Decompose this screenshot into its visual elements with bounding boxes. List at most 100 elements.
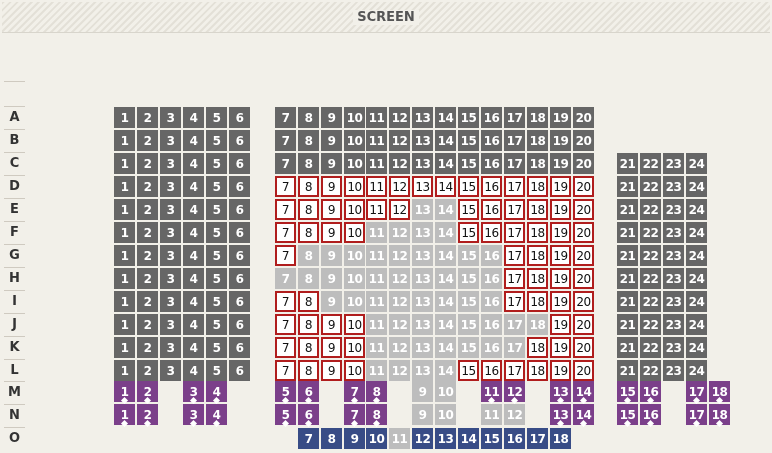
seat-i-24: 24 bbox=[686, 291, 707, 312]
seat-f-18[interactable]: 18 bbox=[527, 222, 548, 243]
seat-i-20[interactable]: 20 bbox=[573, 291, 594, 312]
seat-n-1: 1 bbox=[114, 404, 135, 425]
seat-k-18[interactable]: 18 bbox=[527, 337, 548, 358]
seat-k-11: 11 bbox=[366, 337, 387, 358]
seat-d-11[interactable]: 11 bbox=[366, 176, 387, 197]
seat-g-17[interactable]: 17 bbox=[504, 245, 525, 266]
seat-d-18[interactable]: 18 bbox=[527, 176, 548, 197]
seat-e-8[interactable]: 8 bbox=[298, 199, 319, 220]
seat-f-7[interactable]: 7 bbox=[275, 222, 296, 243]
seat-h-18[interactable]: 18 bbox=[527, 268, 548, 289]
seat-l-18[interactable]: 18 bbox=[527, 360, 548, 381]
seat-d-14[interactable]: 14 bbox=[435, 176, 456, 197]
seat-j-7[interactable]: 7 bbox=[275, 314, 296, 335]
seat-j-8[interactable]: 8 bbox=[298, 314, 319, 335]
seat-k-7[interactable]: 7 bbox=[275, 337, 296, 358]
seat-l-7[interactable]: 7 bbox=[275, 360, 296, 381]
seat-d-9[interactable]: 9 bbox=[321, 176, 342, 197]
seat-i-7[interactable]: 7 bbox=[275, 291, 296, 312]
seat-i-1: 1 bbox=[114, 291, 135, 312]
seat-e-17[interactable]: 17 bbox=[504, 199, 525, 220]
seat-k-19[interactable]: 19 bbox=[550, 337, 571, 358]
seat-i-8[interactable]: 8 bbox=[298, 291, 319, 312]
seat-d-16[interactable]: 16 bbox=[481, 176, 502, 197]
seat-e-16[interactable]: 16 bbox=[481, 199, 502, 220]
seat-h-5: 5 bbox=[206, 268, 227, 289]
seat-g-2: 2 bbox=[137, 245, 158, 266]
seat-e-10[interactable]: 10 bbox=[344, 199, 365, 220]
seat-f-8[interactable]: 8 bbox=[298, 222, 319, 243]
seat-g-19[interactable]: 19 bbox=[550, 245, 571, 266]
seat-j-10[interactable]: 10 bbox=[344, 314, 365, 335]
seat-n-16: 16 bbox=[640, 404, 661, 425]
row-label-o: O bbox=[4, 427, 25, 449]
seat-o-16: 16 bbox=[504, 428, 525, 449]
seat-e-19[interactable]: 19 bbox=[550, 199, 571, 220]
seat-m-2: 2 bbox=[137, 381, 158, 402]
seat-d-20[interactable]: 20 bbox=[573, 176, 594, 197]
seat-j-1: 1 bbox=[114, 314, 135, 335]
seat-h-17[interactable]: 17 bbox=[504, 268, 525, 289]
seat-l-20[interactable]: 20 bbox=[573, 360, 594, 381]
seat-c-23: 23 bbox=[663, 153, 684, 174]
seat-j-20[interactable]: 20 bbox=[573, 314, 594, 335]
seat-f-17[interactable]: 17 bbox=[504, 222, 525, 243]
seat-d-15[interactable]: 15 bbox=[458, 176, 479, 197]
seat-f-9[interactable]: 9 bbox=[321, 222, 342, 243]
seat-i-18[interactable]: 18 bbox=[527, 291, 548, 312]
seat-d-8[interactable]: 8 bbox=[298, 176, 319, 197]
seat-f-19[interactable]: 19 bbox=[550, 222, 571, 243]
seat-i-23: 23 bbox=[663, 291, 684, 312]
seat-k-8[interactable]: 8 bbox=[298, 337, 319, 358]
seat-l-9[interactable]: 9 bbox=[321, 360, 342, 381]
seat-h-9: 9 bbox=[321, 268, 342, 289]
seat-l-8[interactable]: 8 bbox=[298, 360, 319, 381]
seat-l-17[interactable]: 17 bbox=[504, 360, 525, 381]
seat-e-15[interactable]: 15 bbox=[458, 199, 479, 220]
seat-g-7[interactable]: 7 bbox=[275, 245, 296, 266]
seat-e-9[interactable]: 9 bbox=[321, 199, 342, 220]
seat-l-24: 24 bbox=[686, 360, 707, 381]
seat-g-10: 10 bbox=[344, 245, 365, 266]
seat-m-14: 14 bbox=[573, 381, 594, 402]
seat-k-9[interactable]: 9 bbox=[321, 337, 342, 358]
seat-i-4: 4 bbox=[183, 291, 204, 312]
seat-d-10[interactable]: 10 bbox=[344, 176, 365, 197]
seat-f-16[interactable]: 16 bbox=[481, 222, 502, 243]
seat-d-12[interactable]: 12 bbox=[389, 176, 410, 197]
seat-k-20[interactable]: 20 bbox=[573, 337, 594, 358]
seat-h-20[interactable]: 20 bbox=[573, 268, 594, 289]
seat-d-19[interactable]: 19 bbox=[550, 176, 571, 197]
seat-d-7[interactable]: 7 bbox=[275, 176, 296, 197]
seat-i-17[interactable]: 17 bbox=[504, 291, 525, 312]
seat-e-1: 1 bbox=[114, 199, 135, 220]
seat-e-7[interactable]: 7 bbox=[275, 199, 296, 220]
seat-k-10[interactable]: 10 bbox=[344, 337, 365, 358]
seat-g-3: 3 bbox=[160, 245, 181, 266]
seat-e-5: 5 bbox=[206, 199, 227, 220]
seat-l-15[interactable]: 15 bbox=[458, 360, 479, 381]
seat-j-15: 15 bbox=[458, 314, 479, 335]
seat-l-10[interactable]: 10 bbox=[344, 360, 365, 381]
seat-f-15[interactable]: 15 bbox=[458, 222, 479, 243]
seat-b-8: 8 bbox=[298, 130, 319, 151]
seat-f-20[interactable]: 20 bbox=[573, 222, 594, 243]
seat-d-13[interactable]: 13 bbox=[412, 176, 433, 197]
seat-e-20[interactable]: 20 bbox=[573, 199, 594, 220]
seat-l-19[interactable]: 19 bbox=[550, 360, 571, 381]
seat-g-16: 16 bbox=[481, 245, 502, 266]
seat-d-17[interactable]: 17 bbox=[504, 176, 525, 197]
seat-f-10[interactable]: 10 bbox=[344, 222, 365, 243]
seat-e-11[interactable]: 11 bbox=[366, 199, 387, 220]
seat-a-15: 15 bbox=[458, 107, 479, 128]
seat-i-19[interactable]: 19 bbox=[550, 291, 571, 312]
seat-h-19[interactable]: 19 bbox=[550, 268, 571, 289]
seat-l-16[interactable]: 16 bbox=[481, 360, 502, 381]
seat-e-18[interactable]: 18 bbox=[527, 199, 548, 220]
seat-g-18[interactable]: 18 bbox=[527, 245, 548, 266]
seat-g-20[interactable]: 20 bbox=[573, 245, 594, 266]
seat-j-19[interactable]: 19 bbox=[550, 314, 571, 335]
seat-e-12[interactable]: 12 bbox=[389, 199, 410, 220]
seat-j-9[interactable]: 9 bbox=[321, 314, 342, 335]
seat-g-15: 15 bbox=[458, 245, 479, 266]
